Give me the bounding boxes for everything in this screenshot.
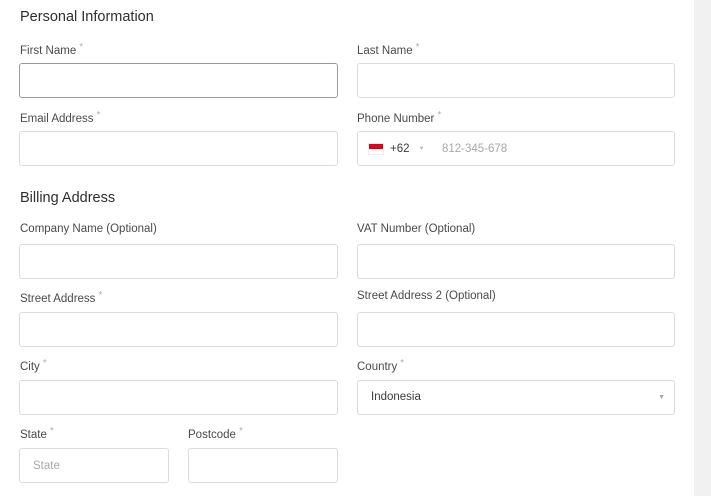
phone-label: Phone Number *: [357, 110, 442, 125]
checkout-form-page: Personal Information First Name * Last Na…: [0, 0, 711, 496]
required-asterisk: *: [415, 42, 420, 53]
country-label: Country *: [357, 358, 405, 373]
last-name-input[interactable]: [358, 64, 674, 97]
city-field[interactable]: [19, 380, 338, 415]
street-address-field[interactable]: [19, 312, 338, 347]
street-address-input[interactable]: [20, 313, 337, 346]
company-name-field[interactable]: [19, 244, 338, 279]
required-asterisk: *: [400, 358, 405, 369]
required-asterisk: *: [238, 426, 243, 437]
phone-number-input[interactable]: [430, 132, 674, 165]
postcode-label: Postcode *: [188, 426, 243, 441]
first-name-field[interactable]: [19, 63, 338, 98]
country-code-selector[interactable]: +62 ▼: [358, 132, 430, 165]
indonesia-flag-icon: [368, 142, 384, 155]
last-name-field[interactable]: [357, 63, 675, 98]
scrollbar[interactable]: [694, 0, 711, 496]
vat-number-label: VAT Number (Optional): [357, 223, 476, 235]
state-input[interactable]: [20, 449, 168, 482]
state-field[interactable]: [19, 448, 169, 483]
country-select[interactable]: Indonesia ▼: [357, 380, 675, 415]
email-input[interactable]: [20, 132, 337, 165]
street-address-2-input[interactable]: [358, 313, 674, 346]
street-address-2-label: Street Address 2 (Optional): [357, 290, 496, 302]
country-selected-value: Indonesia: [371, 391, 421, 403]
dial-code: +62: [390, 142, 410, 155]
email-label: Email Address *: [20, 110, 101, 125]
required-asterisk: *: [49, 426, 54, 437]
postcode-input[interactable]: [189, 449, 337, 482]
postcode-field[interactable]: [188, 448, 338, 483]
city-input[interactable]: [20, 381, 337, 414]
phone-input-wrap: [430, 132, 674, 165]
required-asterisk: *: [42, 358, 47, 369]
first-name-input[interactable]: [20, 64, 337, 97]
required-asterisk: *: [79, 42, 84, 53]
vat-number-input[interactable]: [358, 245, 674, 278]
street-address-label: Street Address *: [20, 290, 103, 305]
city-label: City *: [20, 358, 47, 373]
company-name-label: Company Name (Optional): [20, 223, 157, 235]
state-label: State *: [20, 426, 54, 441]
phone-field: +62 ▼: [357, 131, 675, 166]
last-name-label: Last Name *: [357, 42, 420, 57]
chevron-down-icon: ▼: [658, 394, 665, 401]
required-asterisk: *: [437, 110, 442, 121]
company-name-input[interactable]: [20, 245, 337, 278]
first-name-label: First Name *: [20, 42, 84, 57]
email-field[interactable]: [19, 131, 338, 166]
chevron-down-icon: ▼: [418, 145, 425, 152]
personal-info-heading: Personal Information: [20, 9, 154, 25]
billing-address-heading: Billing Address: [20, 190, 116, 206]
required-asterisk: *: [98, 290, 103, 301]
required-asterisk: *: [96, 110, 101, 121]
street-address-2-field[interactable]: [357, 312, 675, 347]
vat-number-field[interactable]: [357, 244, 675, 279]
